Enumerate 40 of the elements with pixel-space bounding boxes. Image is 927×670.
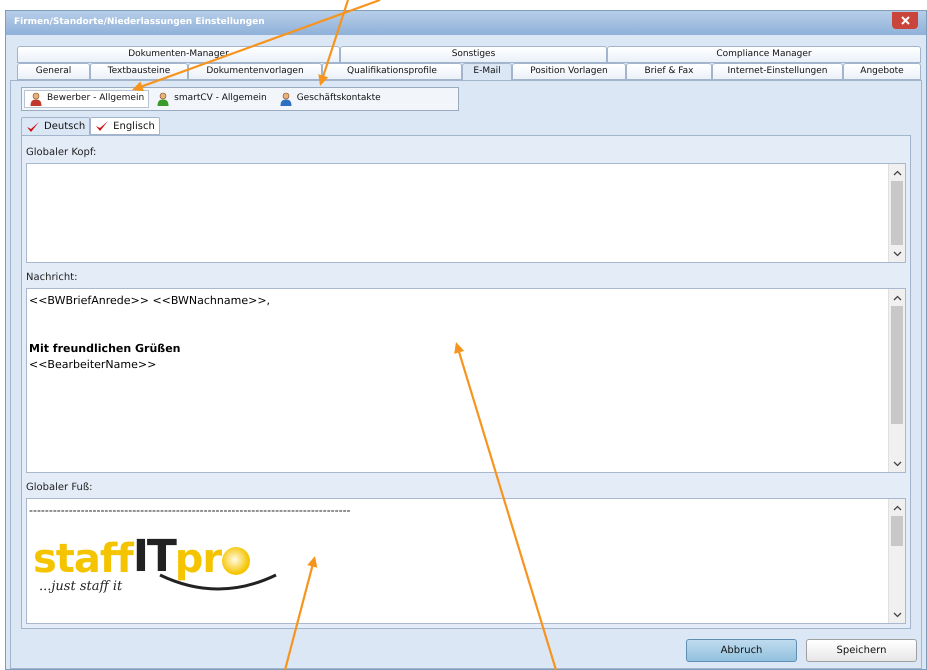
tab[interactable]: Dokumenten-Manager	[17, 46, 340, 63]
text-editor[interactable]: --------------------------------------------------------------------------------- staffITpr ...just staff it	[26, 498, 906, 624]
sub-tab[interactable]: Geschäftskontakte	[274, 90, 386, 108]
person-icon	[278, 92, 293, 106]
tab[interactable]: Angebote	[843, 63, 921, 80]
section-label: Globaler Fuß:	[25, 481, 94, 495]
tab[interactable]: Dokumentenvorlagen	[188, 63, 322, 80]
scrollbar-thumb[interactable]	[891, 181, 903, 245]
tab[interactable]: Compliance Manager	[607, 46, 921, 63]
tab[interactable]: Qualifikationsprofile	[322, 63, 462, 80]
editor-text-line: <<BearbeiterName>>	[29, 357, 156, 373]
window-title: Firmen/Standorte/Niederlassungen Einstellungen	[14, 16, 265, 30]
scrollbar-thumb[interactable]	[891, 516, 903, 546]
person-icon	[156, 92, 170, 106]
close-button[interactable]	[892, 12, 918, 29]
text-editor[interactable]: <<BWBriefAnrede>> <<BWNachname>>, Mit freundlichen Grüßen <<BearbeiterName>>	[26, 288, 906, 473]
checkmark-icon	[95, 120, 110, 132]
company-logo: staffITpr ...just staff it	[33, 535, 283, 595]
tab[interactable]: E-Mail	[462, 63, 512, 80]
tab[interactable]: Textbausteine	[90, 63, 188, 80]
sub-tab[interactable]: smartCV - Allgemein	[151, 90, 272, 108]
scrollbar-thumb[interactable]	[891, 306, 903, 424]
editor-text-line: Mit freundlichen Grüßen	[29, 341, 181, 357]
tab[interactable]: Position Vorlagen	[512, 63, 626, 80]
person-icon	[29, 92, 43, 106]
editor-text-line: ---------------------------------------------------------------------------------	[29, 503, 351, 519]
tab[interactable]: Brief & Fax	[626, 63, 712, 80]
close-icon	[900, 16, 910, 25]
checkmark-icon	[26, 120, 40, 132]
tab[interactable]: General	[17, 63, 90, 80]
editor-text-line: <<BWBriefAnrede>> <<BWNachname>>,	[29, 293, 270, 309]
section-label: Nachricht:	[25, 271, 78, 285]
sub-tab[interactable]: Bewerber - Allgemein	[24, 90, 150, 108]
tab[interactable]: Sonstiges	[340, 46, 607, 63]
dialog-button[interactable]: Abbruch	[686, 639, 797, 662]
language-tab[interactable]: Englisch	[90, 117, 160, 135]
tab[interactable]: Internet-Einstellungen	[712, 63, 843, 80]
dialog-button[interactable]: Speichern	[806, 639, 917, 662]
language-tab[interactable]: Deutsch	[21, 117, 90, 135]
section-label: Globaler Kopf:	[25, 146, 98, 160]
